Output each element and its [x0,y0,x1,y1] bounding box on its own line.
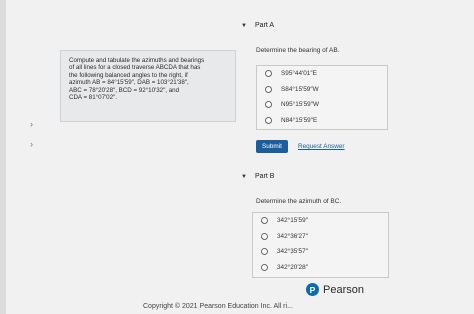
part-a-title: Part A [254,22,275,29]
part-a-question: Determine the bearing of AB. [256,47,340,54]
pearson-logo: P Pearson [306,283,364,296]
caret-down-icon: ▼ [241,173,247,180]
radio-button[interactable] [265,101,272,109]
window-edge [0,0,6,314]
problem-line: of all lines for a closed traverse ABCDA… [69,64,201,72]
chevron-right-icon[interactable]: › [30,119,33,129]
request-answer-link[interactable]: Request Answer [298,143,345,150]
part-a-options: S95°44′01″E S84°15′59″W N95°15′59″W N84°… [256,65,388,130]
part-a-option[interactable]: S95°44′01″E [257,66,387,82]
part-b-question: Determine the azimuth of BC. [256,198,342,205]
part-a-option[interactable]: S84°15′59″W [257,82,387,98]
radio-button[interactable] [261,248,268,256]
copyright-footer: Copyright © 2021 Pearson Education Inc. … [143,303,293,310]
option-label: S95°44′01″E [281,70,317,78]
option-label: 342°36′27″ [277,232,308,240]
chevron-right-icon[interactable]: › [30,139,33,149]
caret-down-icon: ▼ [241,22,247,29]
radio-button[interactable] [265,116,272,124]
part-b-option[interactable]: 342°20′28″ [253,260,388,276]
part-b-options: 342°15′59″ 342°36′27″ 342°35′57″ 342°20′… [252,212,389,278]
radio-button[interactable] [261,263,268,271]
radio-button[interactable] [265,85,272,93]
part-b-title: Part B [254,173,275,180]
option-label: N84°15′59″E [281,116,318,124]
part-b-header[interactable]: ▼ Part B [241,173,274,180]
option-label: 342°15′59″ [277,217,308,225]
problem-statement: Compute and tabulate the azimuths and be… [60,50,236,122]
problem-line: the following balanced angles to the rig… [69,71,188,79]
problem-line: Compute and tabulate the azimuths and be… [69,57,205,64]
problem-line: azimuth AB = 84°15′59″, DAB = 103°21′38″… [69,79,189,87]
option-label: N95°15′59″W [281,101,319,109]
problem-line: CDA = 81°07′02″. [69,94,117,102]
pearson-logo-text: Pearson [323,283,364,296]
option-label: 342°35′57″ [277,248,308,256]
radio-button[interactable] [261,232,268,240]
part-b-option[interactable]: 342°15′59″ [253,213,388,229]
submit-button[interactable]: Submit [256,140,288,153]
option-label: 342°20′28″ [277,263,308,271]
part-a-option[interactable]: N84°15′59″E [257,113,387,129]
part-b-option[interactable]: 342°35′57″ [253,244,388,260]
radio-button[interactable] [265,70,272,78]
pearson-logo-icon: P [306,283,319,296]
part-a-header[interactable]: ▼ Part A [241,22,274,29]
part-b-option[interactable]: 342°36′27″ [253,229,388,245]
radio-button[interactable] [261,217,268,225]
option-label: S84°15′59″W [281,85,319,93]
problem-line: ABC = 78°20′28″, BCD = 92°10′32″, and [69,86,180,94]
part-a-option[interactable]: N95°15′59″W [257,97,387,113]
